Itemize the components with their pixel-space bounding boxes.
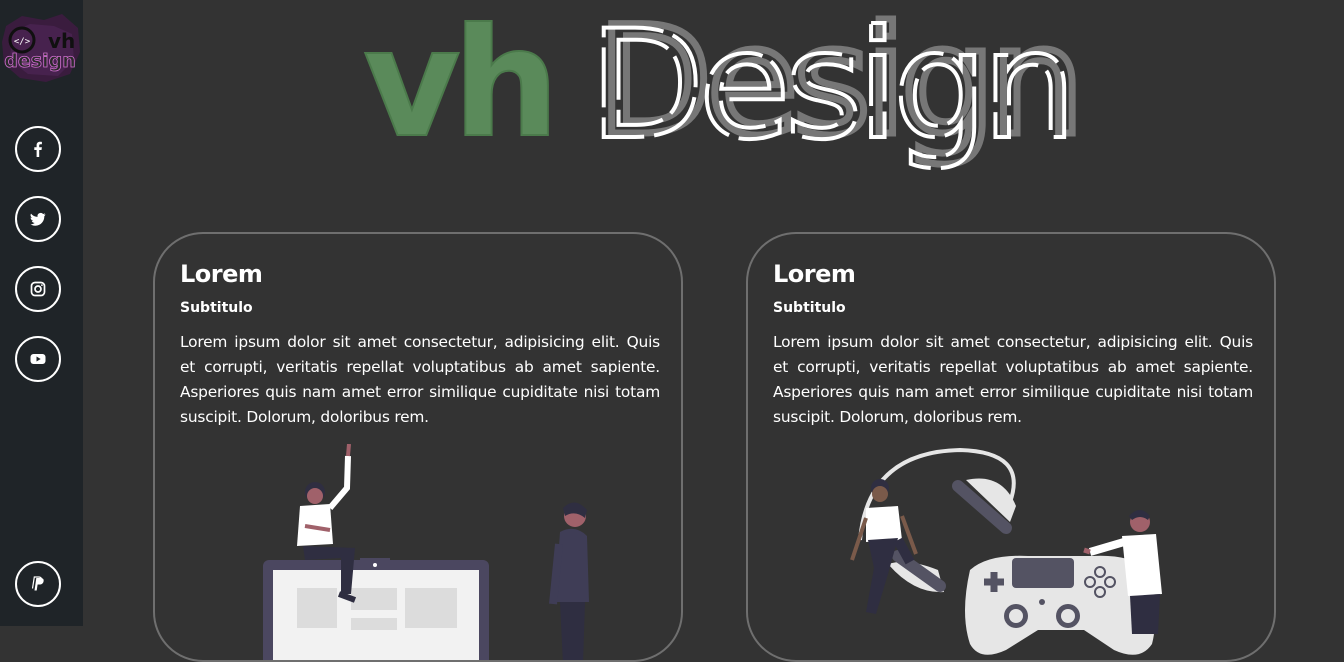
facebook-icon [34,141,42,157]
youtube-link[interactable] [15,336,61,382]
youtube-icon [30,354,46,364]
twitter-link[interactable] [15,196,61,242]
svg-text:</>: </> [14,37,31,47]
people-with-monitor-illustration [263,444,589,660]
twitter-icon [30,212,46,226]
logo[interactable]: </> vh design [0,12,83,84]
card-title: Lorem [773,260,856,288]
card-1: Lorem Subtitulo Lorem ipsum dolor sit am… [153,232,683,662]
page-title: vh Design Design [362,5,1085,175]
card-2: Lorem Subtitulo Lorem ipsum dolor sit am… [746,232,1276,662]
gamers-with-controller-illustration [850,447,1162,655]
paypal-icon [31,576,44,591]
title-design: Design [589,5,1071,173]
card-text: Lorem ipsum dolor sit amet consectetur, … [180,333,660,426]
sidebar: </> vh design [0,0,83,626]
paypal-link[interactable] [15,561,61,607]
card-subtitle: Subtitulo [180,300,253,316]
instagram-icon [30,281,46,297]
card-title: Lorem [180,260,263,288]
card-subtitle: Subtitulo [773,300,846,316]
svg-text:design: design [4,50,75,72]
instagram-link[interactable] [15,266,61,312]
title-vh: vh [363,5,552,171]
facebook-link[interactable] [15,126,61,172]
card-text: Lorem ipsum dolor sit amet consectetur, … [773,333,1253,426]
